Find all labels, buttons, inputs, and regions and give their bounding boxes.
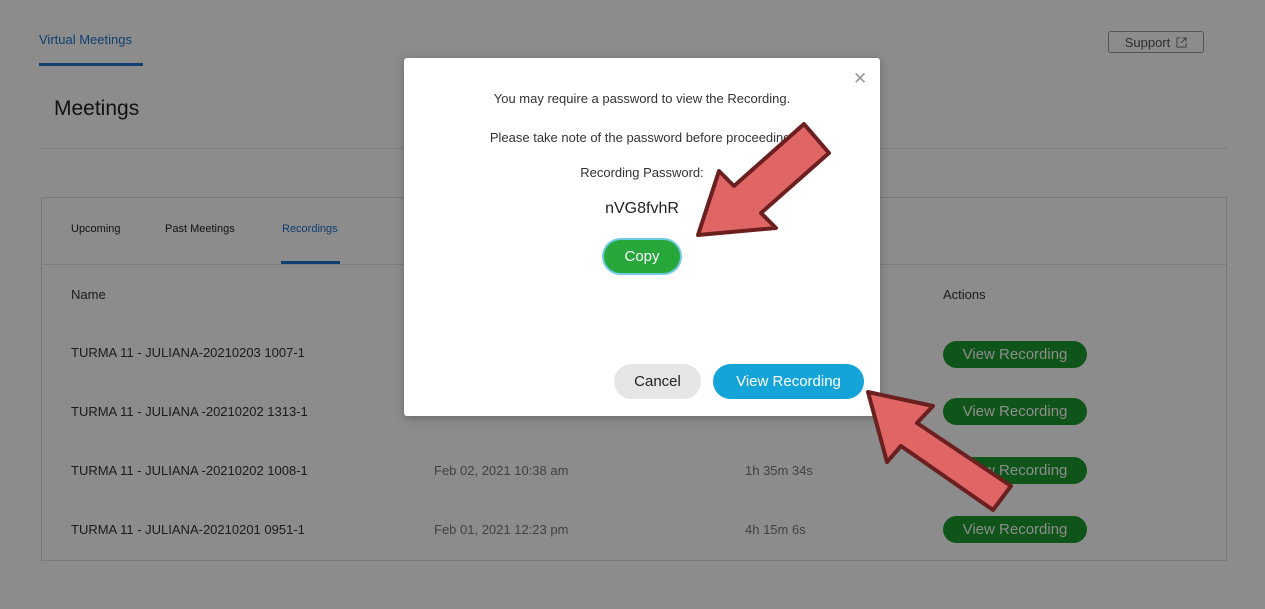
dialog-message-line-1: You may require a password to view the R… — [493, 91, 791, 106]
dialog-view-recording-button[interactable]: View Recording — [713, 364, 864, 399]
close-icon[interactable]: ✕ — [853, 70, 867, 87]
dialog-message-line-2: Please take note of the password before … — [489, 130, 795, 145]
recording-password-label: Recording Password: — [580, 165, 704, 180]
recording-password-value: nVG8fvhR — [605, 200, 679, 217]
password-dialog — [404, 58, 880, 416]
copy-password-button[interactable]: Copy — [604, 240, 680, 273]
cancel-button[interactable]: Cancel — [614, 364, 701, 399]
